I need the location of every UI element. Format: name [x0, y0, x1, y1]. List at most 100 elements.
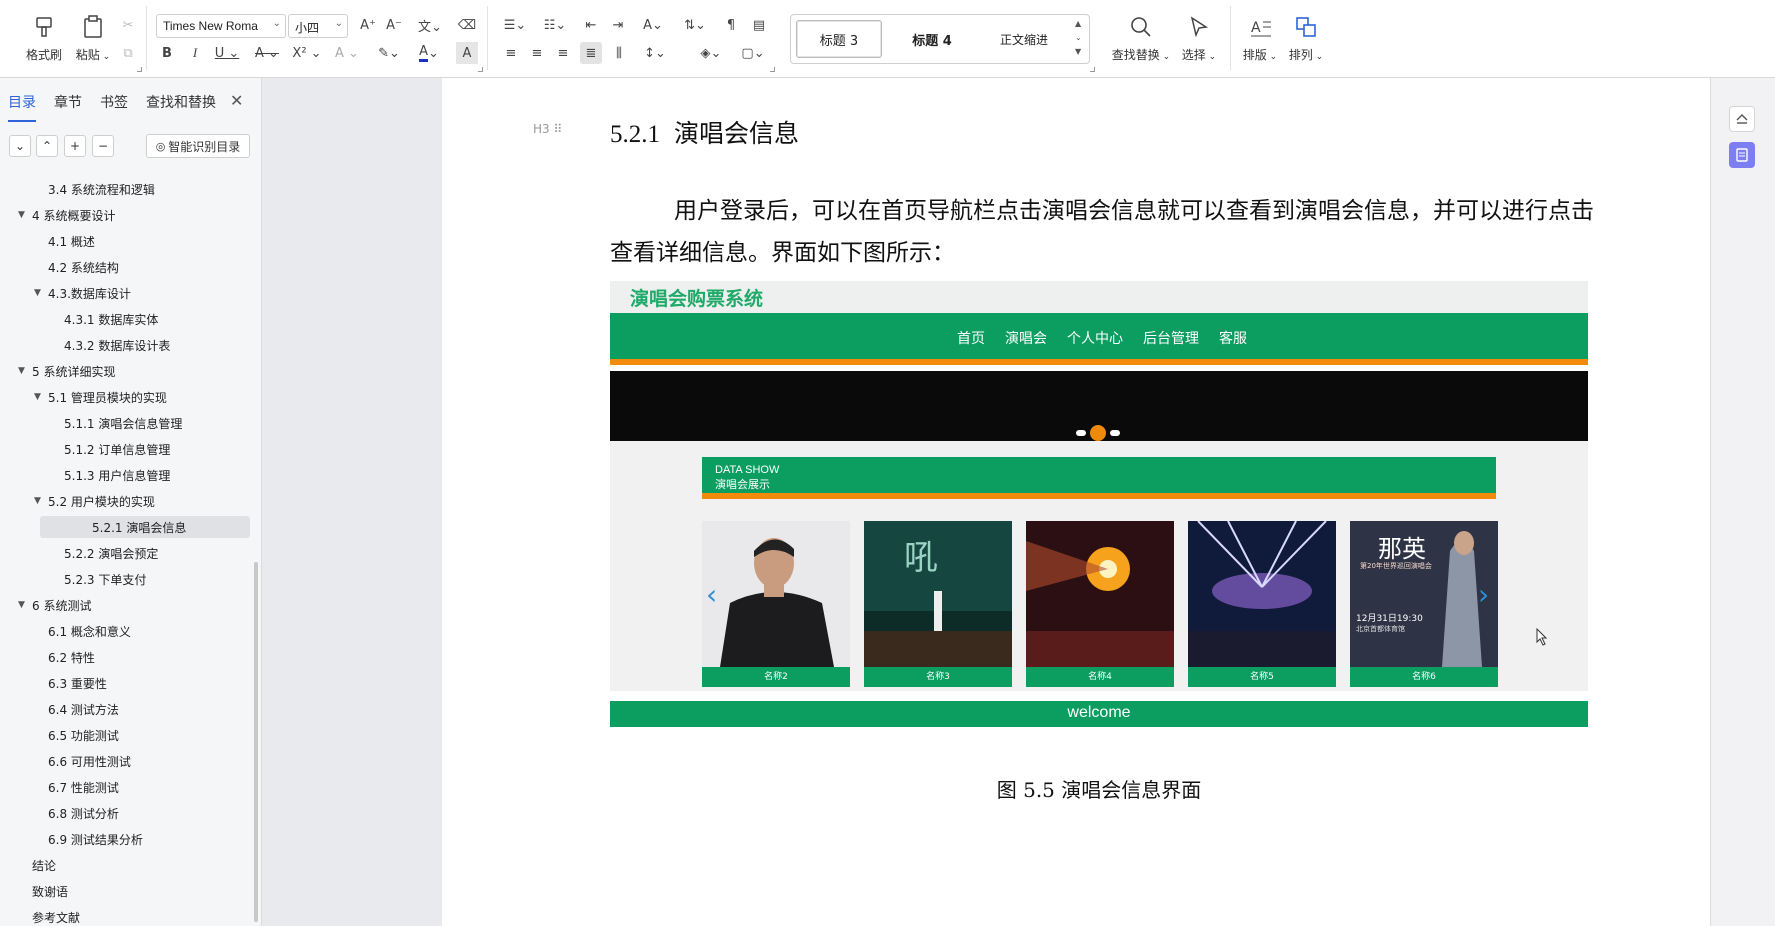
sort-icon[interactable]: ⇅⌄ [680, 14, 710, 36]
typesetting-button[interactable]: A 排版 ⌄ [1240, 14, 1280, 63]
figure-caption[interactable]: 图 5.5 演唱会信息界面 [610, 774, 1588, 803]
toc-item[interactable]: 6.8 测试分析 [34, 802, 119, 824]
body-paragraph[interactable]: 用户登录后，可以在首页导航栏点击演唱会信息就可以查看到演唱会信息，并可以进行点击… [610, 190, 1610, 274]
distributed-icon[interactable]: ⫼ [608, 42, 630, 64]
line-spacing-icon[interactable]: ↕⌄ [638, 42, 672, 64]
align-center-icon[interactable]: ≡ [526, 42, 548, 64]
shading-icon[interactable]: ◈⌄ [694, 42, 728, 64]
toc-item[interactable]: ▼ 5.2 用户模块的实现 [34, 490, 155, 512]
expand-up-button[interactable]: ⌃ [36, 135, 58, 157]
toc-item[interactable]: 6.2 特性 [34, 646, 95, 668]
font-color-icon[interactable]: A ⌄ [412, 42, 446, 64]
toc-item[interactable]: 5.2.1 演唱会信息 [40, 516, 250, 538]
expand-triangle-icon[interactable]: ▼ [34, 288, 48, 298]
heading-level-marker[interactable]: H3 ⠿ [533, 122, 562, 136]
decrease-indent-icon[interactable]: ⇤ [580, 14, 602, 36]
find-replace-button[interactable]: 查找替换 ⌄ [1110, 14, 1172, 63]
toc-item[interactable]: 3.4 系统流程和逻辑 [34, 178, 155, 200]
toc-item[interactable]: 6.4 测试方法 [34, 698, 119, 720]
toc-item[interactable]: 4.1 概述 [34, 230, 95, 252]
paste-button[interactable]: 粘贴 ⌄ [72, 14, 114, 63]
tab-bookmarks[interactable]: 书签 [100, 92, 128, 114]
highlight-icon[interactable]: ✎⌄ [372, 42, 406, 64]
text-direction-icon[interactable]: A⌄ [638, 14, 668, 36]
add-heading-button[interactable]: + [64, 135, 86, 157]
doc-assistant-icon[interactable] [1729, 142, 1755, 168]
phonetic-guide-icon[interactable]: 文⌄ [414, 14, 446, 36]
tab-find-replace[interactable]: 查找和替换 [146, 92, 216, 114]
toc-item[interactable]: 结论 [18, 854, 56, 876]
expand-triangle-icon[interactable]: ▼ [18, 210, 32, 220]
table-tools-icon[interactable]: ▤ [748, 14, 770, 36]
grow-font-icon[interactable]: A⁺ [357, 14, 379, 36]
toc-item[interactable]: 5.1.3 用户信息管理 [50, 464, 170, 486]
toc-item[interactable]: 4.3.1 数据库实体 [50, 308, 158, 330]
clipboard-group-corner[interactable] [137, 67, 142, 72]
toc-item[interactable]: 6.1 概念和意义 [34, 620, 131, 642]
remove-heading-button[interactable]: − [92, 135, 114, 157]
toc-item[interactable]: ▼ 5 系统详细实现 [18, 360, 115, 382]
format-painter-button[interactable]: 格式刷 [22, 14, 66, 63]
tab-sections[interactable]: 章节 [54, 92, 82, 114]
toc-item[interactable]: ▼ 4.3.数据库设计 [34, 282, 131, 304]
toc-item[interactable]: 6.9 测试结果分析 [34, 828, 143, 850]
section-heading[interactable]: 5.2.1 演唱会信息 [610, 114, 799, 150]
font-group-corner[interactable] [478, 67, 483, 72]
toc-scrollbar[interactable] [254, 562, 258, 922]
styles-group-corner[interactable] [1090, 67, 1095, 72]
toc-item[interactable]: 5.2.2 演唱会预定 [50, 542, 158, 564]
toc-item[interactable]: 5.2.3 下单支付 [50, 568, 146, 590]
numbered-list-icon[interactable]: ☷⌄ [540, 14, 570, 36]
justify-icon[interactable]: ≣ [580, 42, 602, 64]
style-body-indent[interactable]: 正文缩进 [981, 20, 1067, 58]
toc-item[interactable]: 参考文献 [18, 906, 80, 926]
underline-icon[interactable]: U ⌄ [212, 42, 242, 64]
font-name-select[interactable]: Times New Roma ⌄ [156, 14, 286, 38]
smart-toc-button[interactable]: ◎ 智能识别目录 [146, 134, 250, 158]
toc-item[interactable]: ▼ 4 系统概要设计 [18, 204, 115, 226]
shrink-font-icon[interactable]: A⁻ [383, 14, 405, 36]
cut-icon[interactable]: ✂ [117, 14, 139, 36]
toc-item[interactable]: ▼ 6 系统测试 [18, 594, 91, 616]
paragraph-group-corner[interactable] [770, 67, 775, 72]
char-shading-icon[interactable]: A [456, 42, 478, 64]
toc-item[interactable]: 6.3 重要性 [34, 672, 107, 694]
expand-triangle-icon[interactable]: ▼ [34, 496, 48, 506]
toc-item[interactable]: 6.7 性能测试 [34, 776, 119, 798]
font-size-select[interactable]: 小四 ⌄ [288, 14, 348, 38]
copy-icon[interactable]: ⧉ [117, 42, 139, 64]
toc-item[interactable]: 5.1.2 订单信息管理 [50, 438, 170, 460]
expand-triangle-icon[interactable]: ▼ [18, 366, 32, 376]
toc-item[interactable]: 5.1.1 演唱会信息管理 [50, 412, 182, 434]
italic-icon[interactable]: I [184, 42, 206, 64]
clear-format-icon[interactable]: ⌫ [456, 14, 478, 36]
toc-item[interactable]: 4.3.2 数据库设计表 [50, 334, 170, 356]
show-marks-icon[interactable]: ¶ [720, 14, 742, 36]
arrange-button[interactable]: 排列 ⌄ [1286, 14, 1326, 63]
toc-item[interactable]: ▼ 5.1 管理员模块的实现 [34, 386, 167, 408]
style-heading4[interactable]: 标题 4 [887, 20, 977, 58]
bullet-list-icon[interactable]: ☰⌄ [500, 14, 530, 36]
tab-toc[interactable]: 目录 [8, 92, 36, 122]
style-heading3[interactable]: 标题 3 [796, 20, 882, 58]
expand-triangle-icon[interactable]: ▼ [18, 600, 32, 610]
increase-indent-icon[interactable]: ⇥ [607, 14, 629, 36]
text-effect-icon[interactable]: A ⌄ [332, 42, 362, 64]
toc-item[interactable]: 6.5 功能测试 [34, 724, 119, 746]
figure-screenshot[interactable]: 演唱会购票系统 首页 演唱会 个人中心 后台管理 客服 DATA SHOW 演唱… [610, 281, 1588, 731]
close-icon[interactable]: ✕ [230, 91, 243, 110]
align-right-icon[interactable]: ≡ [552, 42, 574, 64]
gallery-scroll[interactable]: ▲ ⌄ ▼ [1075, 17, 1082, 59]
select-button[interactable]: 选择 ⌄ [1178, 14, 1220, 63]
borders-icon[interactable]: ▢⌄ [736, 42, 770, 64]
superscript-icon[interactable]: X² ⌄ [292, 42, 322, 64]
bold-icon[interactable]: B [156, 42, 178, 64]
toc-item[interactable]: 4.2 系统结构 [34, 256, 119, 278]
collapse-icon[interactable] [1729, 106, 1755, 132]
toc-item[interactable]: 致谢语 [18, 880, 68, 902]
toc-item[interactable]: 6.6 可用性测试 [34, 750, 131, 772]
expand-triangle-icon[interactable]: ▼ [34, 392, 48, 402]
strikethrough-icon[interactable]: A ⌄ [252, 42, 282, 64]
collapse-all-button[interactable]: ⌄ [9, 135, 31, 157]
align-left-icon[interactable]: ≡ [500, 42, 522, 64]
